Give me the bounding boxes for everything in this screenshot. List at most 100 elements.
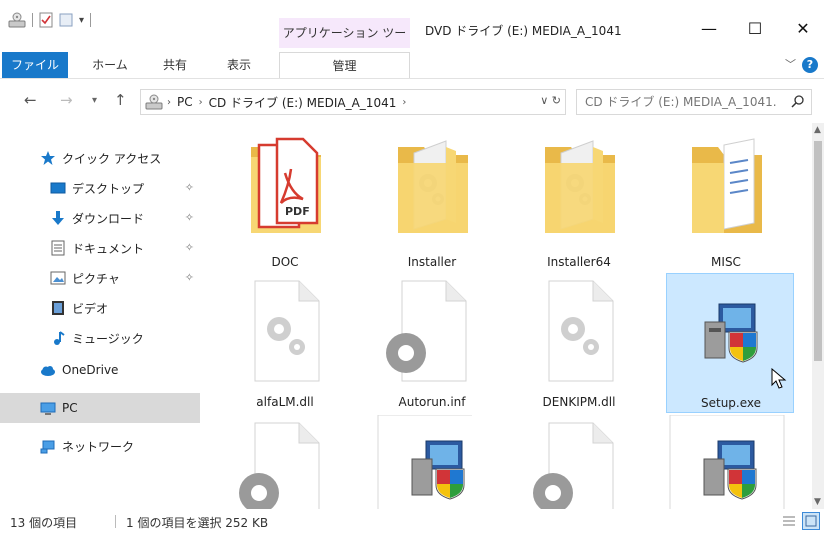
drive-icon[interactable] bbox=[8, 12, 26, 28]
tab-home[interactable]: ホーム bbox=[80, 52, 140, 78]
chevron-right-icon[interactable]: › bbox=[402, 97, 406, 108]
address-bar[interactable]: › PC › CD ドライブ (E:) MEDIA_A_1041 › ∨ ↻ bbox=[140, 89, 566, 115]
chevron-right-icon[interactable]: › bbox=[167, 97, 171, 108]
file-item[interactable] bbox=[666, 415, 786, 509]
minimize-button[interactable]: — bbox=[686, 14, 732, 44]
details-view-button[interactable] bbox=[780, 512, 798, 530]
close-button[interactable]: ✕ bbox=[780, 14, 824, 44]
sidebar-item-label: ビデオ bbox=[72, 301, 109, 316]
status-divider bbox=[115, 515, 116, 528]
pictures-icon bbox=[50, 271, 66, 285]
sidebar-item-network[interactable]: ネットワーク bbox=[0, 431, 200, 461]
sidebar-item-music[interactable]: ミュージック bbox=[0, 323, 200, 353]
tab-manage[interactable]: 管理 bbox=[279, 52, 410, 78]
setup-info-icon bbox=[239, 422, 320, 509]
file-item[interactable] bbox=[519, 419, 639, 509]
file-item-denkipm-dll[interactable]: DENKIPM.dll bbox=[519, 273, 639, 413]
sidebar-item-pictures[interactable]: ピクチャ ✧ bbox=[0, 263, 200, 293]
file-name: alfaLM.dll bbox=[256, 395, 314, 409]
status-bar: 13 個の項目 1 個の項目を選択 252 KB bbox=[0, 509, 824, 534]
new-folder-icon[interactable] bbox=[59, 12, 73, 28]
breadcrumb-drive[interactable]: CD ドライブ (E:) MEDIA_A_1041 bbox=[209, 94, 397, 111]
large-icons-view-button[interactable] bbox=[802, 512, 820, 530]
installer-icon bbox=[669, 415, 785, 509]
pin-icon[interactable]: ✧ bbox=[185, 211, 194, 224]
download-icon bbox=[52, 211, 64, 225]
installer-icon bbox=[377, 415, 472, 509]
expand-ribbon-icon[interactable]: ﹀ bbox=[785, 56, 796, 72]
file-item-misc[interactable]: MISC bbox=[666, 133, 786, 273]
sidebar-item-documents[interactable]: ドキュメント ✧ bbox=[0, 233, 200, 263]
folder-gear-icon bbox=[398, 140, 468, 233]
sidebar-item-videos[interactable]: ビデオ bbox=[0, 293, 200, 323]
tab-file[interactable]: ファイル bbox=[2, 52, 68, 78]
sidebar-item-label: ピクチャ bbox=[72, 271, 120, 286]
chevron-right-icon[interactable]: › bbox=[199, 97, 203, 108]
installer-icon bbox=[704, 303, 758, 363]
sidebar-item-pc[interactable]: PC bbox=[0, 393, 200, 423]
file-item-doc[interactable]: PDF DOC bbox=[225, 133, 345, 273]
search-icon[interactable] bbox=[791, 94, 805, 108]
file-item-autorun-inf[interactable]: Autorun.inf bbox=[372, 273, 492, 413]
search-input[interactable] bbox=[577, 90, 777, 114]
desktop-icon bbox=[50, 182, 66, 194]
file-item-installer64[interactable]: Installer64 bbox=[519, 133, 639, 273]
dll-file-icon bbox=[254, 280, 320, 382]
sidebar-item-label: PC bbox=[62, 401, 78, 415]
pin-icon[interactable]: ✧ bbox=[185, 241, 194, 254]
file-name: DOC bbox=[271, 255, 299, 269]
pin-icon[interactable]: ✧ bbox=[185, 271, 194, 284]
breadcrumb-pc[interactable]: PC bbox=[177, 95, 193, 109]
window-title: DVD ドライブ (E:) MEDIA_A_1041 bbox=[425, 24, 622, 38]
vertical-scrollbar[interactable]: ▲ ▼ bbox=[812, 123, 824, 509]
sidebar-item-downloads[interactable]: ダウンロード ✧ bbox=[0, 203, 200, 233]
drive-icon bbox=[145, 94, 163, 110]
document-icon bbox=[51, 240, 65, 256]
title-bar: ▾ アプリケーション ツール DVD ドライブ (E:) MEDIA_A_104… bbox=[0, 0, 824, 70]
file-item-setup-exe[interactable]: Setup.exe bbox=[666, 273, 794, 413]
file-name: Autorun.inf bbox=[398, 395, 466, 409]
up-arrow-icon[interactable]: ↑ bbox=[114, 91, 127, 109]
quick-access-toolbar: ▾ bbox=[8, 12, 92, 28]
folder-pdf-icon: PDF bbox=[251, 137, 321, 233]
sidebar-item-label: ダウンロード bbox=[72, 211, 145, 226]
file-item-alfalm-dll[interactable]: alfaLM.dll bbox=[225, 273, 345, 413]
tab-view[interactable]: 表示 bbox=[214, 52, 264, 78]
back-arrow-icon[interactable]: ← bbox=[24, 91, 37, 109]
scroll-thumb[interactable] bbox=[814, 141, 822, 361]
customize-toolbar-icon[interactable]: ▾ bbox=[79, 15, 84, 26]
help-button[interactable]: ? bbox=[802, 57, 818, 73]
dll-file-icon bbox=[548, 280, 614, 382]
pin-icon[interactable]: ✧ bbox=[185, 181, 194, 194]
scroll-down-icon[interactable]: ▼ bbox=[814, 497, 821, 507]
item-count: 13 個の項目 bbox=[10, 516, 78, 530]
sidebar-item-desktop[interactable]: デスクトップ ✧ bbox=[0, 173, 200, 203]
maximize-button[interactable]: ☐ bbox=[732, 14, 778, 44]
properties-icon[interactable] bbox=[39, 12, 53, 28]
refresh-icon[interactable]: ∨ ↻ bbox=[540, 94, 561, 107]
sidebar-item-quick-access[interactable]: クイック アクセス bbox=[0, 143, 200, 173]
toolbar-divider bbox=[32, 13, 33, 27]
recent-locations-icon[interactable]: ▾ bbox=[92, 95, 97, 106]
file-item[interactable] bbox=[225, 419, 345, 509]
search-box[interactable] bbox=[576, 89, 812, 115]
ribbon-tabs: ファイル ホーム 共有 表示 管理 ﹀ ? bbox=[0, 52, 824, 79]
navigation-pane: クイック アクセス デスクトップ ✧ ダウンロード ✧ ドキュメント ✧ ピクチ… bbox=[0, 123, 200, 509]
file-list: PDF DOC Installer Installer64 MISC alfaL… bbox=[200, 123, 812, 509]
tab-share[interactable]: 共有 bbox=[150, 52, 200, 78]
forward-arrow-icon[interactable]: → bbox=[60, 91, 73, 109]
setup-info-icon bbox=[386, 280, 467, 382]
file-item-installer[interactable]: Installer bbox=[372, 133, 492, 273]
scroll-up-icon[interactable]: ▲ bbox=[814, 125, 821, 135]
file-name: DENKIPM.dll bbox=[542, 395, 616, 409]
file-item[interactable] bbox=[372, 415, 492, 509]
folder-document-icon bbox=[692, 138, 762, 233]
music-icon bbox=[54, 331, 65, 345]
sidebar-item-onedrive[interactable]: OneDrive bbox=[0, 355, 200, 385]
svg-text:PDF: PDF bbox=[285, 205, 310, 218]
navigation-bar: ← → ▾ ↑ › PC › CD ドライブ (E:) MEDIA_A_1041… bbox=[0, 79, 824, 123]
details-view-icon bbox=[783, 516, 795, 526]
file-name: MISC bbox=[711, 255, 741, 269]
video-icon bbox=[52, 301, 64, 315]
sidebar-item-label: ネットワーク bbox=[62, 439, 135, 454]
